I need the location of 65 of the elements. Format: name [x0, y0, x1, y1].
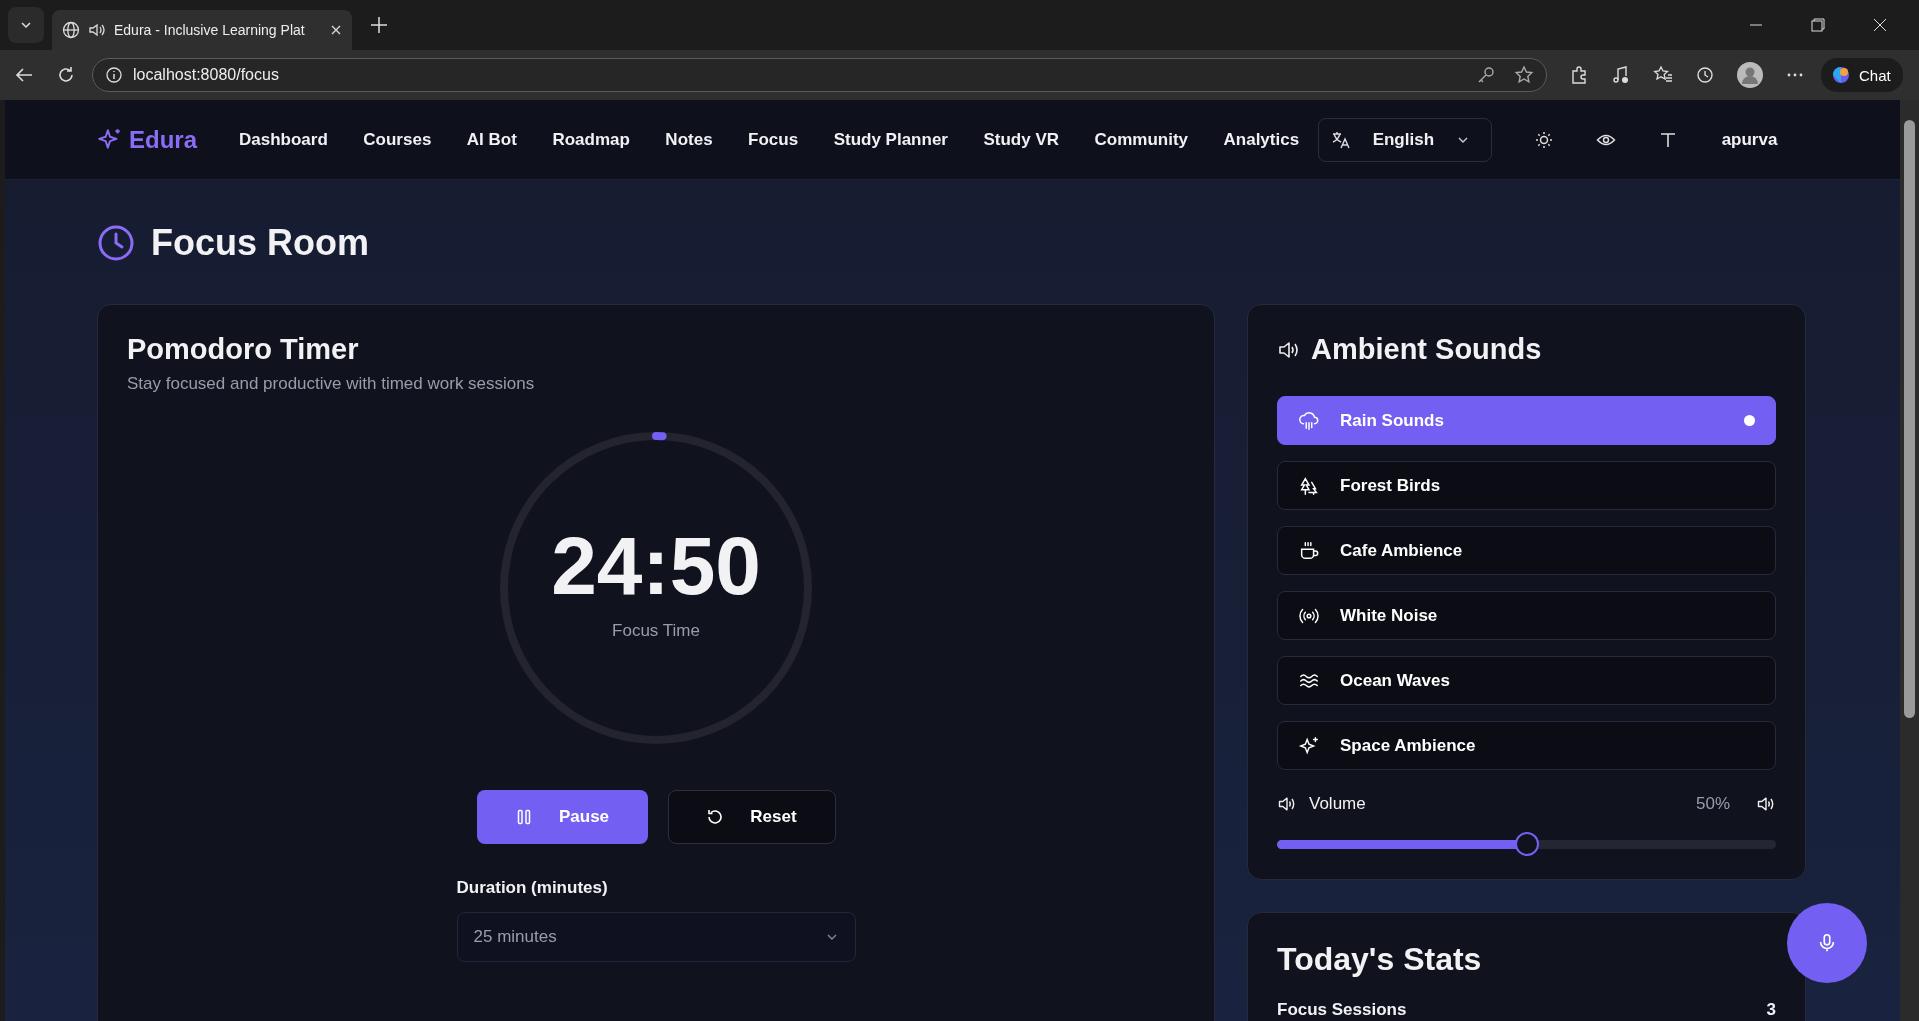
coffee-cup-icon	[1298, 539, 1320, 562]
page-title: Focus Room	[151, 222, 369, 264]
translate-icon	[1330, 129, 1351, 150]
nav-link[interactable]: AI Bot	[466, 129, 517, 150]
nav-link[interactable]: Dashboard	[239, 129, 328, 150]
reset-button[interactable]: Reset	[667, 790, 836, 844]
stat-label: Focus Sessions	[1277, 1000, 1407, 1020]
favorites-icon[interactable]	[1653, 65, 1673, 85]
reload-icon[interactable]	[56, 65, 76, 85]
music-icon[interactable]	[1611, 65, 1631, 85]
new-tab-icon[interactable]	[370, 16, 388, 34]
globe-icon	[62, 21, 80, 39]
timer-display: 24:50	[551, 525, 761, 607]
card-subtitle: Stay focused and productive with timed work sessions	[127, 374, 535, 394]
sun-icon[interactable]	[1533, 129, 1554, 150]
clock-icon	[97, 224, 135, 262]
history-icon[interactable]	[1695, 65, 1715, 85]
nav-link[interactable]: Roadmap	[552, 129, 630, 150]
restore-icon[interactable]	[1811, 18, 1825, 32]
volume-reading: 50%	[1695, 794, 1730, 814]
card-title: Pomodoro Timer	[127, 333, 359, 366]
sparkle-icon	[1298, 734, 1320, 757]
tab-title: Edura - Inclusive Learning Plat	[114, 22, 306, 38]
nav-link[interactable]: Study VR	[983, 129, 1060, 150]
sound-option[interactable]: Forest Birds	[1277, 461, 1776, 510]
timer-caption: Focus Time	[612, 621, 700, 641]
sound-option[interactable]: Cafe Ambience	[1277, 526, 1776, 575]
nav-link[interactable]: Focus	[748, 129, 799, 150]
rain-cloud-icon	[1298, 409, 1320, 432]
sound-option[interactable]: Rain Sounds	[1277, 396, 1776, 445]
card-title: Ambient Sounds	[1311, 333, 1542, 366]
pause-button[interactable]: Pause	[476, 790, 648, 844]
chat-button[interactable]: Chat	[1821, 58, 1903, 92]
stat-value: 3	[1766, 1000, 1776, 1020]
close-icon[interactable]	[1873, 18, 1887, 32]
nav-link[interactable]: Analytics	[1223, 129, 1300, 150]
user-name[interactable]: apurva	[1721, 129, 1778, 150]
field-label: Duration (minutes)	[456, 878, 608, 897]
nav-link[interactable]: Courses	[363, 129, 432, 150]
slider-thumb[interactable]	[1514, 832, 1539, 856]
volume-slider[interactable]	[1277, 832, 1776, 856]
playing-dot	[1744, 415, 1755, 426]
speaker-icon[interactable]	[88, 21, 106, 39]
sound-option[interactable]: Space Ambience	[1277, 721, 1776, 770]
info-icon[interactable]	[105, 66, 123, 84]
sound-option[interactable]: Ocean Waves	[1277, 656, 1776, 705]
reset-icon	[706, 808, 725, 826]
puzzle-icon[interactable]	[1569, 65, 1589, 85]
address-bar[interactable]: localhost:8080/focus	[92, 58, 1547, 92]
duration-select[interactable]: 25 minutes	[456, 912, 856, 962]
volume-label: Volume	[1309, 794, 1366, 814]
nav-link[interactable]: Community	[1094, 129, 1189, 150]
scrollbar[interactable]	[1900, 100, 1919, 1021]
sound-option[interactable]: White Noise	[1277, 591, 1776, 640]
browser-tab[interactable]: Edura - Inclusive Learning Plat	[52, 10, 352, 50]
trees-icon	[1298, 474, 1320, 497]
close-icon[interactable]	[330, 24, 342, 36]
star-icon[interactable]	[1514, 65, 1534, 85]
language-dropdown[interactable]: English	[1317, 117, 1492, 162]
key-icon[interactable]	[1476, 65, 1496, 85]
profile-avatar-icon[interactable]	[1737, 62, 1763, 88]
brand-name[interactable]: Edura	[129, 125, 197, 154]
nav-link[interactable]: Study Planner	[833, 129, 948, 150]
nav-link[interactable]: Notes	[665, 129, 713, 150]
card-title: Today's Stats	[1277, 941, 1483, 978]
